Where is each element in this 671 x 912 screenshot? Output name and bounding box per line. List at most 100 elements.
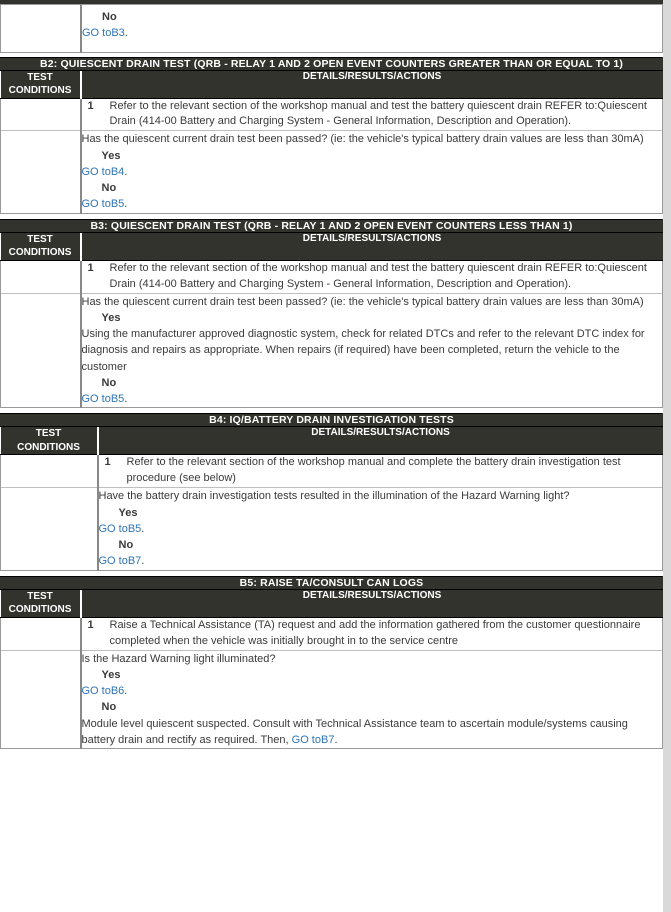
- column-header-line2: CONDITIONS: [17, 441, 80, 453]
- column-header-details-results-actions: DETAILS/RESULTS/ACTIONS: [97, 427, 663, 456]
- details-results-actions-cell: Has the quiescent current drain test bee…: [80, 130, 663, 214]
- answers-row: Has the quiescent current drain test bee…: [0, 292, 663, 409]
- goto-period: .: [124, 198, 128, 211]
- section-header-table: B5: RAISE TA/CONSULT CAN LOGS: [0, 575, 663, 590]
- details-results-actions-cell: Is the Hazard Warning light illuminated?…: [80, 649, 663, 750]
- section-header-table: B4: IQ/BATTERY DRAIN INVESTIGATION TESTS: [0, 413, 663, 428]
- table-row: No GO toB3.: [0, 5, 663, 53]
- test-conditions-cell: [0, 649, 82, 750]
- goto-line: GO toB5.: [99, 521, 663, 537]
- step-text: Refer to the relevant section of the wor…: [109, 99, 647, 128]
- goto-period: .: [141, 522, 145, 535]
- column-header-test-conditions: TEST CONDITIONS: [0, 427, 99, 456]
- goto-link-gotob4[interactable]: GO toB4: [82, 166, 125, 178]
- answer-label-yes: Yes: [101, 149, 121, 162]
- steps-row: 1 Refer to the relevant section of the wo…: [0, 98, 663, 131]
- step-number: 1: [87, 99, 94, 112]
- details-results-actions-cell: 1 Refer to the relevant section of the wo…: [80, 98, 663, 131]
- goto-link-gotob6[interactable]: GO toB6: [82, 685, 125, 697]
- column-header-line1: TEST: [35, 428, 62, 440]
- details-results-actions-cell: 1 Refer to the relevant section of the wo…: [97, 454, 663, 488]
- section-b5: B5: RAISE TA/CONSULT CAN LOGS TEST CONDITI…: [0, 575, 663, 750]
- table-row: B3: QUIESCENT DRAIN TEST (QRB - RELAY 1 …: [0, 218, 663, 233]
- section-body-table: TEST CONDITIONS DETAILS/RESULTS/ACTIONS 1 R…: [0, 70, 663, 214]
- answer-label-yes: Yes: [101, 311, 121, 324]
- test-conditions-cell: [0, 98, 82, 131]
- table-row: B4: IQ/BATTERY DRAIN INVESTIGATION TESTS: [0, 413, 663, 428]
- answer-label-no: No: [101, 701, 117, 714]
- goto-period: .: [334, 733, 338, 746]
- section-body-table: TEST CONDITIONS DETAILS/RESULTS/ACTIONS 1 R…: [0, 232, 663, 409]
- goto-period: .: [124, 393, 128, 406]
- column-header-details-results-actions: DETAILS/RESULTS/ACTIONS: [80, 589, 663, 618]
- details-results-actions-cell: Has the quiescent current drain test bee…: [80, 292, 663, 409]
- test-conditions-cell: [0, 487, 99, 571]
- column-header-test-conditions: TEST CONDITIONS: [0, 70, 82, 99]
- goto-link-gotob5[interactable]: GO toB5: [82, 393, 125, 405]
- goto-link-b3[interactable]: GO toB3: [82, 27, 125, 39]
- answer-label-no: No: [101, 376, 117, 389]
- section-body-table: TEST CONDITIONS DETAILS/RESULTS/ACTIONS 1R…: [0, 427, 663, 571]
- goto-line: GO toB6.: [82, 683, 663, 699]
- column-header-line2: CONDITIONS: [8, 85, 72, 97]
- partial-answer-block: No GO toB3.: [0, 5, 663, 53]
- details-results-actions-cell: 1 Refer to the relevant section of the wo…: [80, 260, 663, 294]
- column-header-test-conditions: TEST CONDITIONS: [0, 232, 82, 261]
- section-title-b2: B2: QUIESCENT DRAIN TEST (QRB - RELAY 1 …: [0, 56, 663, 71]
- question-text: Is the Hazard Warning light illuminated?: [81, 652, 276, 665]
- column-header-row: TEST CONDITIONS DETAILS/RESULTS/ACTIONS: [0, 232, 663, 261]
- document-page: No GO toB3. B2: QUIESCENT DRAIN TEST (QRB …: [0, 0, 671, 912]
- answers-row: Is the Hazard Warning light illuminated?…: [0, 649, 663, 750]
- column-header-line2: CONDITIONS: [8, 604, 72, 616]
- details-results-actions-cell: 1 Raise a Technical Assistance (TA) reque…: [80, 617, 663, 651]
- section-header-table: B2: QUIESCENT DRAIN TEST (QRB - RELAY 1 …: [0, 56, 663, 71]
- answer-label-no: No: [102, 11, 117, 23]
- answer-label-yes: Yes: [118, 506, 138, 519]
- goto-period: .: [124, 165, 128, 178]
- column-header-row: TEST CONDITIONS DETAILS/RESULTS/ACTIONS: [0, 589, 663, 618]
- column-header-line1: TEST: [27, 71, 53, 83]
- goto-line: GO toB3.: [82, 25, 662, 41]
- test-conditions-cell: [0, 454, 99, 488]
- answers-row: Have the battery drain investigation tes…: [0, 487, 663, 571]
- step-number: 1: [87, 261, 94, 274]
- details-results-actions-cell: Have the battery drain investigation tes…: [97, 487, 663, 571]
- column-header-line1: TEST: [27, 233, 53, 245]
- step-text: Raise a Technical Assistance (TA) reques…: [109, 618, 641, 647]
- answer-label-yes: Yes: [101, 668, 121, 681]
- test-conditions-cell: [0, 5, 82, 53]
- goto-link-gotob5[interactable]: GO toB5: [82, 198, 125, 210]
- answer-label-no: No: [101, 182, 117, 195]
- goto-line: GO toB4.: [82, 164, 663, 180]
- column-header-details-results-actions: DETAILS/RESULTS/ACTIONS: [80, 70, 663, 99]
- numbered-step: 1 Refer to the relevant section of the wo…: [99, 455, 663, 487]
- steps-row: 1 Refer to the relevant section of the wo…: [0, 260, 663, 294]
- test-conditions-cell: [0, 292, 82, 409]
- answer-paragraph: Using the manufacturer approved diagnost…: [81, 328, 645, 373]
- goto-period: .: [141, 555, 145, 568]
- goto-link-gotob5[interactable]: GO toB5: [99, 523, 142, 535]
- goto-link-gotob7[interactable]: GO toB7: [292, 734, 335, 746]
- section-body-table: TEST CONDITIONS DETAILS/RESULTS/ACTIONS 1R…: [0, 589, 663, 750]
- test-conditions-cell: [0, 617, 82, 651]
- section-title-b4: B4: IQ/BATTERY DRAIN INVESTIGATION TESTS: [0, 413, 663, 428]
- document-scroll-area[interactable]: No GO toB3. B2: QUIESCENT DRAIN TEST (QRB …: [0, 0, 671, 912]
- answer-paragraph: Module level quiescent suspected. Consul…: [82, 716, 663, 749]
- section-title-b3: B3: QUIESCENT DRAIN TEST (QRB - RELAY 1 …: [0, 218, 663, 233]
- column-header-row: TEST CONDITIONS DETAILS/RESULTS/ACTIONS: [0, 427, 663, 456]
- question-text: Has the quiescent current drain test bee…: [81, 133, 644, 146]
- numbered-step: 1 Raise a Technical Assistance (TA) reque…: [82, 618, 663, 650]
- goto-period: .: [124, 27, 128, 40]
- table-row: B2: QUIESCENT DRAIN TEST (QRB - RELAY 1 …: [0, 56, 663, 71]
- steps-row: 1 Raise a Technical Assistance (TA) reque…: [0, 617, 663, 651]
- answers-row: Has the quiescent current drain test bee…: [0, 130, 663, 214]
- step-text: Refer to the relevant section of the wor…: [126, 456, 621, 485]
- goto-link-gotob7[interactable]: GO toB7: [99, 555, 142, 567]
- step-number: 1: [104, 456, 111, 469]
- section-b4: B4: IQ/BATTERY DRAIN INVESTIGATION TESTS…: [0, 413, 663, 571]
- step-text: Refer to the relevant section of the wor…: [109, 261, 647, 290]
- goto-period: .: [124, 685, 128, 698]
- section-b2: B2: QUIESCENT DRAIN TEST (QRB - RELAY 1 …: [0, 56, 663, 214]
- question-text: Have the battery drain investigation tes…: [98, 490, 570, 503]
- document-sheet: No GO toB3. B2: QUIESCENT DRAIN TEST (QRB …: [0, 0, 663, 912]
